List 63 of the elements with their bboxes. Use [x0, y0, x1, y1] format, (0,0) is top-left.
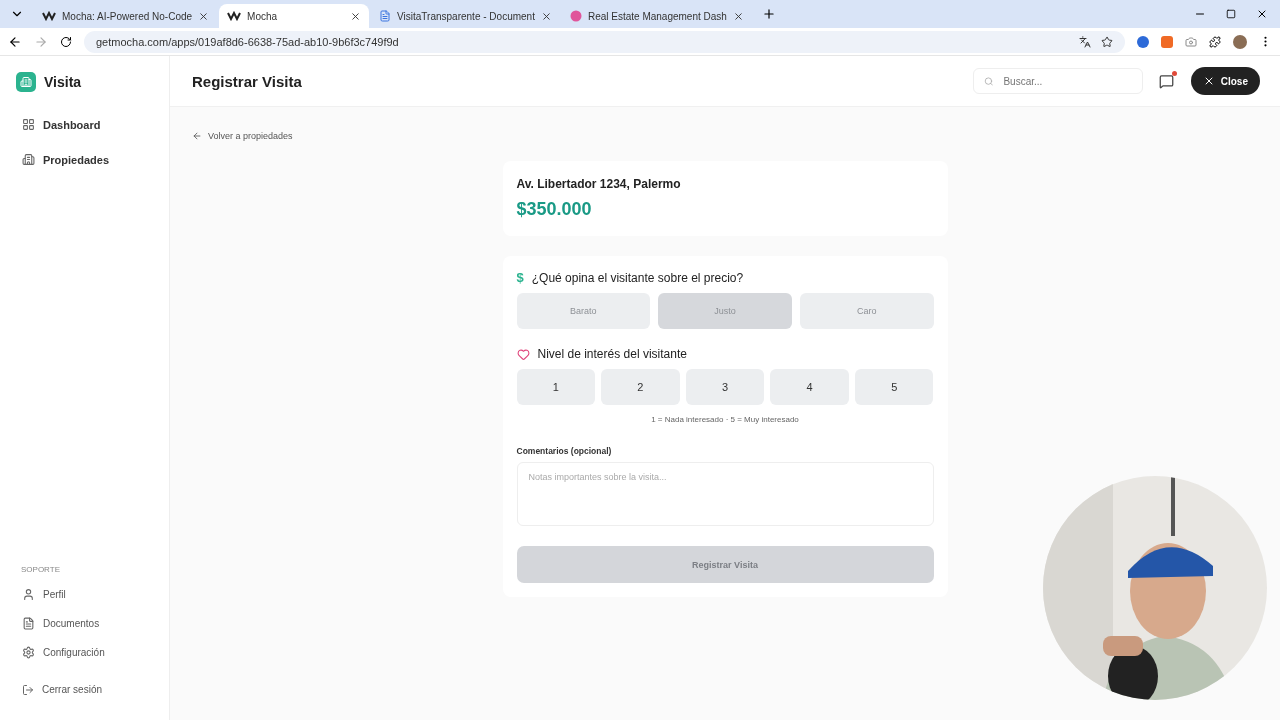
browser-tab[interactable]: Real Estate Management Dash	[561, 4, 752, 28]
field-label: Comentarios (opcional)	[516, 446, 613, 456]
close-button[interactable]: Close	[1190, 67, 1260, 95]
question-label: ¿Qué opina el visitante sobre el precio?	[531, 270, 744, 285]
extension-icon[interactable]	[1137, 35, 1149, 48]
restore-icon[interactable]	[1226, 9, 1236, 19]
interest-option[interactable]: 4	[770, 369, 849, 405]
property-price: $350.000	[516, 199, 593, 220]
close-icon[interactable]	[732, 10, 744, 22]
close-icon[interactable]	[1256, 8, 1268, 20]
comments-field[interactable]: Notas importantes sobre la visita...	[516, 462, 934, 526]
browser-tab[interactable]: Mocha: AI-Powered No-Code	[34, 4, 218, 28]
browser-tab[interactable]: VisitaTransparente - Document	[371, 4, 560, 28]
url-text: getmocha.com/apps/019af8d6-6638-75ad-ab10-9b6f3c749f9d	[96, 35, 400, 48]
document-icon	[22, 617, 35, 630]
nav-item[interactable]: Configuración	[0, 638, 169, 667]
arrow-left-icon	[192, 131, 202, 141]
interest-option[interactable]: 5	[854, 369, 934, 405]
close-icon[interactable]	[198, 10, 210, 22]
logout-icon	[22, 683, 34, 696]
interest-option[interactable]: 1	[516, 369, 596, 405]
tab-title: VisitaTransparente - Document	[397, 10, 535, 22]
interest-option[interactable]: 3	[685, 369, 765, 405]
search-icon	[983, 75, 994, 87]
property-address: Av. Libertador 1234, Palermo	[516, 177, 682, 191]
logout-link[interactable]: Cerrar sesión	[0, 675, 169, 704]
tab-title: Real Estate Management Dash	[587, 10, 727, 22]
question-label: Nivel de interés del visitante	[537, 347, 687, 361]
interest-option[interactable]: 2	[601, 369, 680, 405]
nav-item[interactable]: Dashboard	[0, 107, 169, 142]
chat-icon	[1159, 73, 1175, 89]
reload-icon[interactable]	[60, 35, 72, 48]
address-bar[interactable]: getmocha.com/apps/019af8d6-6638-75ad-ab10-9b6f3c749f9d	[84, 30, 1125, 53]
building-icon	[22, 153, 35, 166]
page-title: Registrar Visita	[192, 72, 303, 90]
avatar-icon[interactable]	[1233, 34, 1247, 49]
section-heading: SOPORTE	[20, 565, 61, 574]
settings-icon	[22, 646, 35, 659]
heart-icon	[516, 347, 530, 361]
scale-hint: 1 = Nada interesado · 5 = Muy interesado	[650, 415, 800, 424]
app-name: Visita	[44, 73, 82, 90]
extension-icon[interactable]	[1161, 35, 1173, 48]
dollar-sign: $	[516, 270, 524, 285]
nav-item[interactable]: Documentos	[0, 609, 169, 638]
back-icon[interactable]	[8, 34, 22, 49]
tab-title: Mocha: AI-Powered No-Code	[62, 10, 193, 22]
translate-icon[interactable]	[1079, 35, 1091, 48]
search-field[interactable]: Buscar...	[972, 68, 1143, 94]
tab-title: Mocha	[247, 10, 279, 22]
close-icon[interactable]	[350, 10, 362, 22]
nav-item[interactable]: Propiedades	[0, 142, 169, 177]
extensions-icon[interactable]	[1209, 35, 1221, 48]
wave-logo-icon	[42, 11, 56, 21]
browser-tab[interactable]: Mocha	[219, 4, 370, 28]
wave-logo-icon	[227, 11, 242, 21]
back-link[interactable]: Volver a propiedades	[192, 131, 293, 141]
grid-icon	[22, 118, 35, 131]
close-icon[interactable]	[540, 10, 552, 22]
nav-item[interactable]: Perfil	[0, 580, 169, 609]
document-icon	[379, 10, 392, 22]
user-icon	[22, 588, 35, 601]
new-tab-icon[interactable]	[761, 7, 776, 21]
bookmark-star-icon[interactable]	[1101, 35, 1113, 48]
